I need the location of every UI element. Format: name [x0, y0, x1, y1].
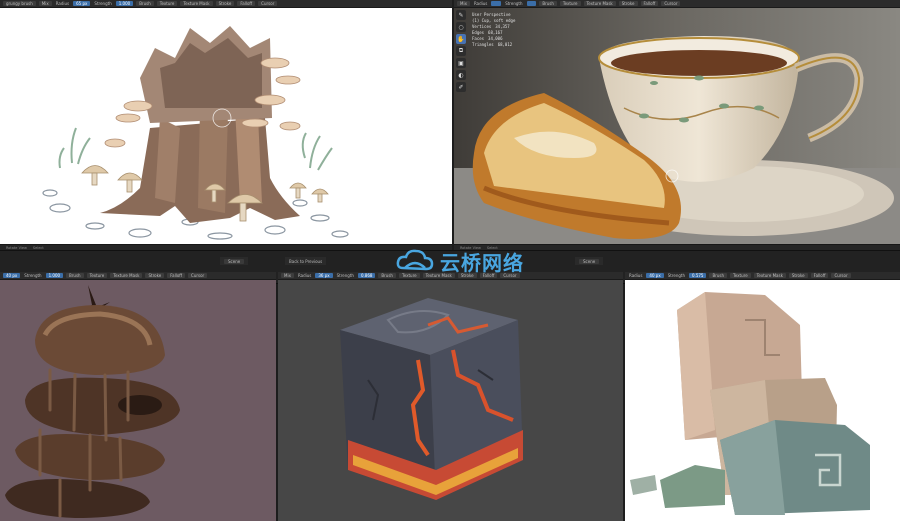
viewport-bottom-right[interactable]: Radius 40 px Strength 0.575 Brush Textur… — [625, 272, 900, 521]
ruin-canvas[interactable] — [625, 280, 900, 521]
viewport-bottom-left[interactable]: 40 px Strength 1.000 Brush Texture Textu… — [0, 272, 276, 521]
top-right-toolbar: Mix Radius Strength Brush Texture Textur… — [454, 0, 900, 8]
fill-tool-icon[interactable]: ▣ — [456, 58, 466, 68]
texture-mask-menu[interactable]: Texture Mask — [110, 273, 143, 278]
cursor-menu[interactable]: Cursor — [831, 273, 851, 278]
stone-ruin-painting — [625, 280, 900, 521]
teacup-painting — [454, 8, 900, 250]
radius-field[interactable]: 36 px — [315, 273, 333, 278]
radius-label: Radius — [629, 273, 643, 278]
viewport-stats: User Perspective (1) Cup, soft edge Vert… — [472, 12, 515, 48]
strength-field[interactable]: 1.000 — [45, 273, 64, 278]
scene-selector[interactable]: Scene — [220, 257, 249, 265]
falloff-menu[interactable]: Falloff — [167, 273, 186, 278]
radius-field[interactable]: 65 px — [73, 1, 91, 6]
strength-field[interactable]: 1.000 — [115, 1, 134, 6]
brush-name[interactable]: grungy brush — [3, 1, 36, 6]
status-rotate-view: Rotate View — [6, 245, 27, 250]
blend-mode[interactable]: Mix — [38, 1, 52, 6]
viewport-top-right[interactable]: Mix Radius Strength Brush Texture Textur… — [454, 0, 900, 250]
radius-label: Radius — [55, 1, 70, 6]
brush-menu[interactable]: Brush — [709, 273, 728, 278]
lava-cube-painting — [278, 280, 623, 521]
strength-label: Strength — [94, 1, 112, 6]
texture-menu[interactable]: Texture — [86, 273, 108, 278]
texture-mask-menu[interactable]: Texture Mask — [583, 1, 616, 6]
stroke-menu[interactable]: Stroke — [788, 273, 808, 278]
cursor-menu[interactable]: Cursor — [188, 273, 208, 278]
status-select: Select — [32, 245, 44, 250]
top-left-toolbar: grungy brush Mix Radius 65 px Strength 1… — [0, 0, 452, 8]
tool-column: ✎ ○ ✋ ⧉ ▣ ◐ ✐ — [456, 10, 468, 92]
clone-tool-icon[interactable]: ⧉ — [456, 46, 466, 56]
falloff-menu[interactable]: Falloff — [237, 1, 256, 6]
watermark-text: 云桥网络 — [440, 250, 524, 275]
brush-menu[interactable]: Brush — [539, 1, 557, 6]
stat-triangles: Triangles 68,012 — [472, 42, 513, 47]
strength-label: Strength — [667, 273, 686, 278]
texture-menu[interactable]: Texture — [559, 1, 581, 6]
scene-dropdown[interactable]: Scene — [224, 258, 245, 264]
radius-field[interactable]: 40 px — [3, 273, 21, 278]
blend-mode[interactable]: Mix — [457, 1, 470, 6]
scene-selector-right[interactable]: Scene — [575, 257, 604, 265]
radius-label: Radius — [297, 273, 312, 278]
blend-mode[interactable]: Mix — [281, 273, 294, 278]
cursor-menu[interactable]: Cursor — [258, 1, 278, 6]
smear-tool-icon[interactable]: ✋ — [456, 34, 466, 44]
falloff-menu[interactable]: Falloff — [640, 1, 659, 6]
teacup-canvas[interactable] — [454, 8, 900, 250]
strength-label: Strength — [505, 1, 523, 6]
stroke-menu[interactable]: Stroke — [618, 1, 638, 6]
radius-label: Radius — [473, 1, 488, 6]
stroke-menu[interactable]: Stroke — [145, 273, 165, 278]
brush-menu[interactable]: Brush — [66, 273, 84, 278]
chocolate-painting — [0, 280, 276, 521]
stroke-menu[interactable]: Stroke — [215, 1, 235, 6]
mask-tool-icon[interactable]: ◐ — [456, 70, 466, 80]
annotate-tool-icon[interactable]: ✐ — [456, 82, 466, 92]
radius-field[interactable] — [491, 1, 502, 6]
brush-menu[interactable]: Brush — [136, 1, 154, 6]
draw-tool-icon[interactable]: ✎ — [456, 10, 466, 20]
scene-dropdown-right[interactable]: Scene — [579, 258, 600, 264]
brush-menu[interactable]: Brush — [378, 273, 396, 278]
back-to-previous-button[interactable]: Back to Previous — [285, 257, 327, 265]
texture-menu[interactable]: Texture — [730, 273, 751, 278]
stump-canvas[interactable] — [0, 8, 452, 250]
viewport-bottom-middle[interactable]: Mix Radius 36 px Strength 0.868 Brush Te… — [278, 272, 623, 521]
texture-mask-menu[interactable]: Texture Mask — [753, 273, 786, 278]
cube-canvas[interactable] — [278, 280, 623, 521]
viewport-top-left[interactable]: grungy brush Mix Radius 65 px Strength 1… — [0, 0, 452, 250]
soften-tool-icon[interactable]: ○ — [456, 22, 466, 32]
bottom-right-toolbar: Radius 40 px Strength 0.575 Brush Textur… — [625, 272, 900, 280]
strength-field[interactable]: 0.575 — [689, 273, 707, 278]
cursor-menu[interactable]: Cursor — [661, 1, 681, 6]
falloff-menu[interactable]: Falloff — [810, 273, 829, 278]
bottom-left-toolbar: 40 px Strength 1.000 Brush Texture Textu… — [0, 272, 276, 280]
chocolate-canvas[interactable] — [0, 280, 276, 521]
texture-mask-menu[interactable]: Texture Mask — [180, 1, 213, 6]
strength-field[interactable]: 0.868 — [357, 273, 376, 278]
texture-menu[interactable]: Texture — [156, 1, 178, 6]
watermark: 云桥网络 — [395, 246, 524, 276]
strength-label: Strength — [336, 273, 354, 278]
radius-field[interactable]: 40 px — [646, 273, 664, 278]
cloud-bridge-icon — [396, 249, 434, 271]
strength-field[interactable] — [526, 1, 537, 6]
strength-label: Strength — [24, 273, 42, 278]
stump-painting — [42, 26, 349, 240]
